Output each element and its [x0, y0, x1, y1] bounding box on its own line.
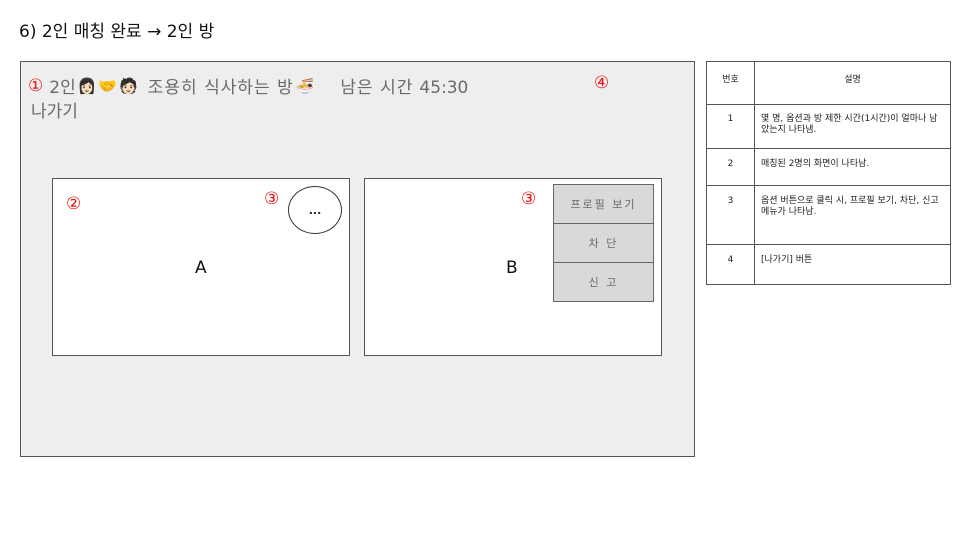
marker-2: ②: [66, 194, 82, 214]
legend-description: 몇 명, 옵션과 방 제한 시간(1시간)이 얼마나 남았는지 나타냄.: [754, 104, 951, 149]
legend-header-row: 번호 설명: [706, 61, 951, 105]
user-screen-b: ③ B 프로필 보기 차 단 신 고: [364, 178, 662, 356]
legend-header-description: 설명: [754, 61, 951, 105]
member-count: 2인: [49, 78, 76, 98]
page-title: 6) 2인 매칭 완료 → 2인 방: [19, 22, 215, 42]
marker-1: ①: [28, 75, 44, 96]
room-name: 조용히 식사하는 방: [147, 78, 294, 98]
screen-label-a: A: [195, 258, 207, 278]
block-menu-item[interactable]: 차 단: [553, 223, 654, 263]
legend-row: 1 몇 명, 옵션과 방 제한 시간(1시간)이 얼마나 남았는지 나타냄.: [706, 104, 951, 149]
legend-row: 4 [나가기] 버튼: [706, 244, 951, 285]
options-button[interactable]: ...: [288, 186, 342, 234]
view-profile-menu-item[interactable]: 프로필 보기: [553, 184, 654, 224]
chat-room-panel: ① 2인 👩🏻 🤝 🧑🏻 조용히 식사하는 방 🍜 남은 시간 45:30 ④ 나…: [20, 61, 695, 457]
legend-row: 2 매칭된 2명의 화면이 나타남.: [706, 148, 951, 186]
marker-3: ③: [521, 189, 537, 209]
person-emoji-icon: 🧑🏻: [119, 76, 138, 95]
marker-3: ③: [264, 189, 280, 209]
remaining-time: 남은 시간 45:30: [340, 73, 468, 98]
legend-number: 2: [706, 148, 755, 186]
legend-row: 3 옵션 버튼으로 클릭 시, 프로필 보기, 차단, 신고 메뉴가 나타남.: [706, 185, 951, 245]
legend-header-number: 번호: [706, 61, 755, 105]
woman-emoji-icon: 👩🏻: [77, 76, 97, 95]
report-menu-item[interactable]: 신 고: [553, 262, 654, 302]
options-menu: 프로필 보기 차 단 신 고: [553, 184, 654, 302]
screen-label-b: B: [506, 258, 518, 278]
remaining-time-value: 45:30: [419, 78, 469, 98]
legend-table: 번호 설명 1 몇 명, 옵션과 방 제한 시간(1시간)이 얼마나 남았는지 …: [706, 61, 951, 285]
remaining-time-label: 남은 시간: [340, 78, 414, 98]
handshake-emoji-icon: 🤝: [98, 76, 118, 95]
noodle-emoji-icon: 🍜: [295, 76, 315, 95]
legend-description: 옵션 버튼으로 클릭 시, 프로필 보기, 차단, 신고 메뉴가 나타남.: [754, 185, 951, 245]
marker-4: ④: [594, 73, 610, 93]
legend-number: 1: [706, 104, 755, 149]
legend-number: 3: [706, 185, 755, 245]
room-header: ① 2인 👩🏻 🤝 🧑🏻 조용히 식사하는 방 🍜 남은 시간 45:30: [28, 73, 468, 99]
legend-number: 4: [706, 244, 755, 285]
legend-description: 매칭된 2명의 화면이 나타남.: [754, 148, 951, 186]
user-screen-a: ② ③ ... A: [52, 178, 350, 356]
leave-button[interactable]: 나가기: [31, 97, 78, 122]
legend-description: [나가기] 버튼: [754, 244, 951, 285]
